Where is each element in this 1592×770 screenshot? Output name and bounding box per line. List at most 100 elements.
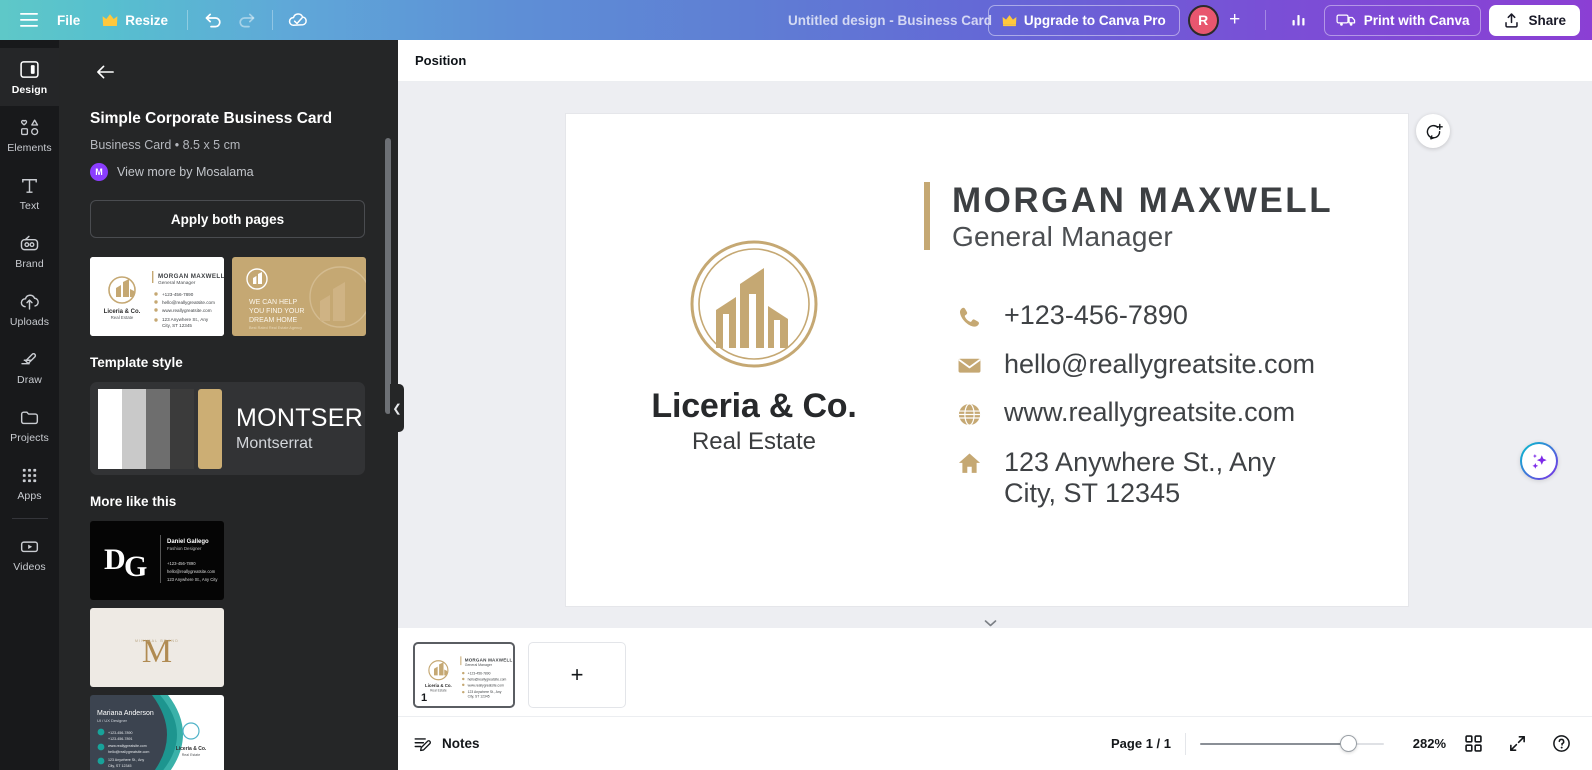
upgrade-to-pro-button[interactable]: Upgrade to Canva Pro (987, 4, 1180, 36)
add-page-button[interactable]: + (528, 642, 626, 708)
print-with-canva-button[interactable]: Print with Canva (1323, 4, 1482, 36)
apply-both-pages-button[interactable]: Apply both pages (90, 200, 365, 238)
template-thumb-page2[interactable]: WE CAN HELP YOU FIND YOUR DREAM HOME Bes… (232, 257, 366, 336)
sidebar-item-projects[interactable]: Projects (0, 396, 59, 454)
divider (187, 10, 189, 30)
svg-text:Liceria & Co.: Liceria & Co. (425, 683, 452, 688)
share-button[interactable]: Share (1489, 4, 1580, 36)
cloud-saved-icon (288, 13, 307, 26)
template-style-card[interactable]: MONTSERRA Montserrat (90, 382, 365, 475)
svg-text:123 Anywhere St., Any: 123 Anywhere St., Any (468, 690, 502, 694)
add-comment-icon (1426, 123, 1443, 140)
page-number-label: 1 (421, 692, 428, 704)
text-icon (22, 178, 37, 193)
suggestion-preview-m: M MINIMAL BRAND (90, 608, 224, 687)
add-comment-button[interactable] (1416, 114, 1450, 148)
phone-icon (956, 304, 982, 330)
fullscreen-button[interactable] (1500, 727, 1534, 761)
building-circle-logo-icon (690, 240, 818, 368)
elements-icon (20, 118, 39, 135)
svg-text:+123-456-7890: +123-456-7890 (162, 292, 194, 297)
notes-label: Notes (442, 736, 480, 751)
divider (1264, 10, 1266, 30)
suggestion-thumb[interactable]: D G Daniel Gallego Fashion Designer +123… (90, 521, 224, 600)
sidebar-item-design[interactable]: Design (0, 48, 59, 106)
notes-button[interactable]: Notes (413, 735, 480, 753)
redo-button[interactable] (230, 5, 264, 35)
sidebar-item-apps[interactable]: Apps (0, 454, 59, 512)
bottom-bar: Notes Page 1 / 1 282% (398, 716, 1592, 770)
contact-row-website: www.reallygreatsite.com (956, 397, 1315, 429)
brand-icon (20, 235, 39, 250)
file-menu-button[interactable]: File (46, 5, 91, 35)
template-thumb-page1[interactable]: Liceria & Co. Real Estate MORGAN MAXWELL… (90, 257, 224, 336)
svg-text:UI / UX Designer: UI / UX Designer (97, 718, 128, 723)
sidebar-item-videos[interactable]: Videos (0, 525, 59, 583)
card-name-block[interactable]: MORGAN MAXWELL General Manager (924, 182, 1333, 253)
zoom-slider[interactable] (1200, 735, 1384, 753)
add-collaborator-button[interactable]: + (1221, 6, 1249, 34)
divider (272, 10, 274, 30)
zoom-value-label: 282% (1412, 736, 1446, 751)
style-swatches (98, 388, 222, 469)
sidebar-item-elements[interactable]: Elements (0, 106, 59, 164)
sidebar-label-text: Text (19, 199, 40, 212)
canva-editor: File Resize Untitled design - Business C… (0, 0, 1592, 770)
back-arrow-icon (96, 65, 114, 79)
page-thumbnail-1[interactable]: 1 Liceria & Co. Real Estate MORGAN MAXWE… (413, 642, 515, 708)
svg-text:G: G (124, 550, 147, 583)
top-toolbar-left: File Resize (0, 5, 315, 35)
position-button[interactable]: Position (415, 53, 466, 68)
panel-collapse-button[interactable]: ❮ (390, 384, 404, 432)
sidebar-item-brand[interactable]: Brand (0, 222, 59, 280)
undo-button[interactable] (196, 5, 230, 35)
cloud-save-status-button[interactable] (281, 5, 315, 35)
svg-text:hello@reallygreatsite.com: hello@reallygreatsite.com (162, 300, 215, 305)
template-style-heading: Template style (90, 355, 183, 370)
sidebar-item-draw[interactable]: Draw (0, 338, 59, 396)
card-contacts-block[interactable]: +123-456-7890 hello@reallygreatsite.com (956, 300, 1315, 527)
address-line-2: City, ST 12345 (1004, 478, 1181, 509)
avatar[interactable]: R (1187, 4, 1219, 36)
top-toolbar-right: Upgrade to Canva Pro R + Print with Canv… (987, 4, 1592, 36)
suggestion-thumb[interactable]: M MINIMAL BRAND (90, 608, 224, 687)
uploads-icon (20, 294, 39, 310)
thumb-page2-preview: WE CAN HELP YOU FIND YOUR DREAM HOME Bes… (232, 257, 366, 336)
design-icon (20, 60, 39, 78)
page-thumbnail-preview: Liceria & Co. Real Estate MORGAN MAXWELL… (415, 646, 513, 704)
svg-text:www.reallygreatsite.com: www.reallygreatsite.com (162, 308, 212, 313)
rail-divider (11, 518, 48, 519)
svg-text:+123-456-7890: +123-456-7890 (468, 672, 491, 676)
svg-text:123 Anywhere St., Any: 123 Anywhere St., Any (108, 758, 144, 762)
more-like-this-heading: More like this (90, 494, 177, 509)
contact-row-email: hello@reallygreatsite.com (956, 349, 1315, 381)
card-logo-block[interactable]: Liceria & Co. Real Estate (614, 236, 894, 456)
design-panel: Simple Corporate Business Card Business … (59, 40, 398, 770)
svg-text:Real Estate: Real Estate (430, 688, 447, 692)
sidebar-item-text[interactable]: Text (0, 164, 59, 222)
bottom-bar-right: Page 1 / 1 282% (1111, 727, 1592, 761)
svg-text:Liceria & Co.: Liceria & Co. (176, 746, 207, 752)
svg-text:123 Anywhere St., Any: 123 Anywhere St., Any (162, 317, 209, 322)
svg-text:General Manager: General Manager (465, 663, 493, 667)
suggestion-thumb[interactable]: Mariana Anderson UI / UX Designer +123-4… (90, 695, 224, 770)
zoom-slider-handle[interactable] (1340, 735, 1357, 752)
style-font-name: Montserrat (236, 435, 313, 452)
panel-scrollbar[interactable] (385, 138, 391, 414)
globe-icon (956, 401, 982, 427)
template-author-link[interactable]: M View more by Mosalama (90, 163, 367, 181)
hamburger-menu-button[interactable] (12, 5, 46, 35)
author-label: View more by Mosalama (117, 165, 254, 179)
grid-view-button[interactable] (1456, 727, 1490, 761)
business-card-canvas[interactable]: Liceria & Co. Real Estate MORGAN MAXWELL… (566, 114, 1408, 606)
panel-back-button[interactable] (91, 58, 119, 86)
template-meta: Business Card • 8.5 x 5 cm (90, 138, 241, 152)
svg-text:City, ST 12345: City, ST 12345 (468, 694, 490, 698)
help-button[interactable] (1544, 727, 1578, 761)
insights-button[interactable] (1282, 5, 1316, 35)
address-line-1: 123 Anywhere St., Any (1004, 446, 1276, 477)
magic-studio-button[interactable] (1520, 442, 1558, 480)
svg-text:Fashion Designer: Fashion Designer (167, 546, 202, 551)
sidebar-item-uploads[interactable]: Uploads (0, 280, 59, 338)
resize-button[interactable]: Resize (91, 5, 179, 35)
